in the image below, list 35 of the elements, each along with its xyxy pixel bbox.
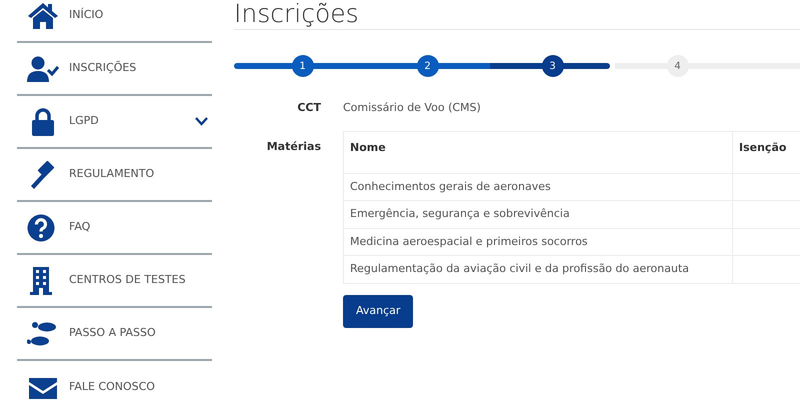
sidebar-item[interactable]: INSCRIÇÕES xyxy=(17,43,212,96)
chevron-icon[interactable] xyxy=(195,117,208,126)
table-cell: Emergência, segurança e sobrevivência xyxy=(344,200,732,228)
field-label: CCT xyxy=(296,100,321,116)
sidebar-item[interactable]: REGULAMENTO xyxy=(17,149,212,202)
step-circle[interactable]: 3 xyxy=(542,55,564,77)
footprints-icon xyxy=(27,320,59,348)
step-circle[interactable]: 4 xyxy=(666,55,688,77)
step-circle[interactable]: 2 xyxy=(416,55,438,77)
sidebar-label: PASSO A PASSO xyxy=(69,325,157,342)
sidebar-label: CENTROS DE TESTES xyxy=(69,272,187,288)
column-header: Isenção xyxy=(732,131,800,173)
sidebar-label: INSCRIÇÕES xyxy=(69,60,138,76)
home-icon xyxy=(27,2,59,30)
sidebar-item[interactable]: LGPD xyxy=(17,96,212,149)
user-check-icon xyxy=(27,54,59,82)
advance-button[interactable]: Avançar xyxy=(343,294,414,328)
field-label: Matérias xyxy=(266,138,321,154)
sidebar-label: LGPD xyxy=(69,113,100,130)
sidebar-item[interactable]: FAQ xyxy=(17,202,212,255)
sidebar-item[interactable]: INÍCIO xyxy=(17,0,212,43)
sidebar-label: FAQ xyxy=(69,219,92,236)
table-cell: Medicina aeroespacial e primeiros socorros xyxy=(344,228,732,256)
field-value: Comissário de Voo (CMS) xyxy=(343,100,481,116)
sidebar-label: FALE CONOSCO xyxy=(69,379,156,396)
sidebar-item[interactable]: FALE CONOSCO xyxy=(17,361,212,414)
sidebar-item[interactable]: PASSO A PASSO xyxy=(17,308,212,361)
table-cell: Regulamentação da aviação civil e da profissão do aeronauta xyxy=(344,256,732,283)
step-circle[interactable]: 1 xyxy=(292,55,314,77)
sidebar-item[interactable]: CENTROS DE TESTES xyxy=(17,255,212,308)
column-header: Nome xyxy=(344,131,732,173)
table-cell: Conhecimentos gerais de aeronaves xyxy=(344,173,732,200)
sidebar-label: INÍCIO xyxy=(69,7,104,24)
sidebar-label: REGULAMENTO xyxy=(69,166,156,182)
page-title: Inscrições xyxy=(234,0,360,29)
